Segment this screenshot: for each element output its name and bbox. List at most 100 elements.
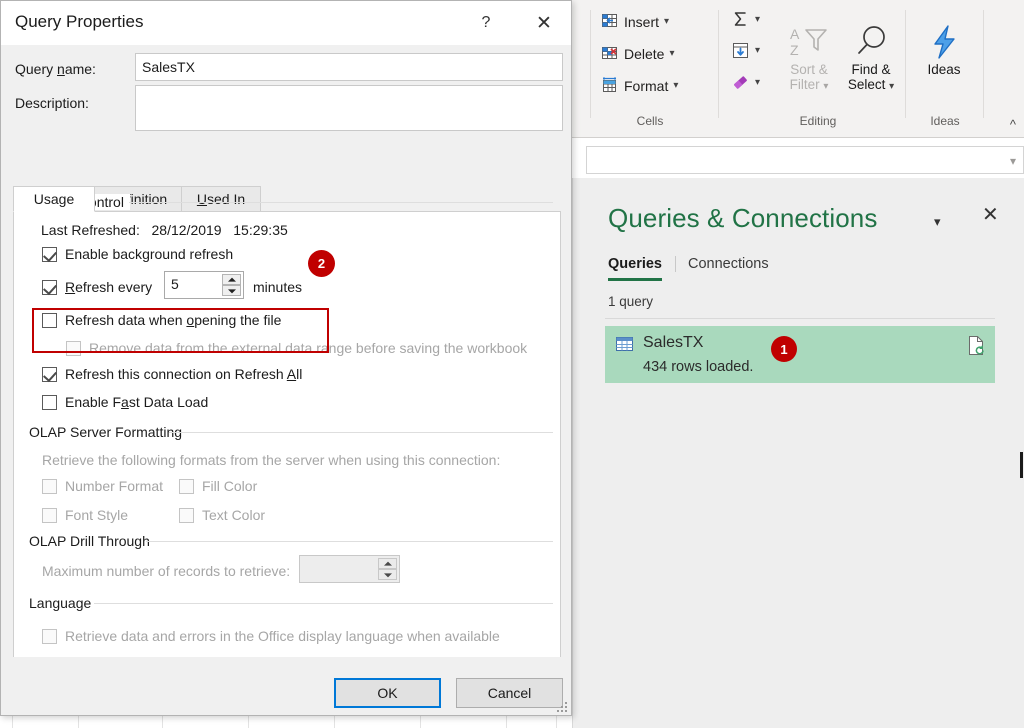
autosum-button[interactable]: ▾	[731, 10, 760, 29]
dialog-title: Query Properties	[15, 12, 144, 31]
group-divider	[129, 202, 553, 203]
refresh-all-label: Refresh this connection on Refresh All	[65, 366, 303, 382]
collapse-ribbon-caret[interactable]: ^	[1010, 117, 1016, 132]
clear-eraser-icon	[731, 73, 750, 92]
group-divider	[94, 603, 553, 604]
annotation-badge-1: 1	[771, 336, 797, 362]
fill-down-icon	[731, 41, 750, 60]
format-cells-label: Format	[624, 77, 669, 94]
spinner-down-button	[378, 569, 397, 580]
dialog-body: Query name: Description: Usage Definitio…	[1, 45, 571, 709]
pane-tabs: Queries Connections	[608, 256, 782, 281]
delete-cells-label: Delete	[624, 45, 665, 62]
cancel-button[interactable]: Cancel	[456, 678, 563, 708]
ideas-lightning-icon	[927, 22, 961, 62]
last-refreshed-time: 15:29:35	[233, 222, 288, 238]
refresh-interval-spinner[interactable]: 5	[164, 271, 244, 299]
max-records-spinner	[299, 555, 400, 583]
olap-drill-group-title: OLAP Drill Through	[29, 533, 156, 549]
svg-text:Z: Z	[790, 42, 799, 58]
checkbox-box[interactable]	[42, 246, 57, 262]
refresh-all-checkbox[interactable]: Refresh this connection on Refresh All	[42, 366, 302, 382]
pane-close-icon[interactable]: ✕	[982, 205, 999, 225]
annotation-highlight-box	[32, 308, 329, 353]
tab-used-in[interactable]: Used In	[181, 186, 261, 212]
olap-formatting-group-title: OLAP Server Formatting	[29, 424, 189, 440]
ribbon-divider	[983, 10, 984, 118]
insert-cells-icon	[600, 12, 619, 31]
font-style-checkbox: Font Style	[42, 507, 128, 523]
refresh-every-checkbox[interactable]: Refresh every	[42, 279, 152, 295]
ok-button[interactable]: OK	[334, 678, 441, 708]
chevron-down-icon[interactable]: ▾	[755, 45, 760, 56]
text-color-label: Text Color	[202, 507, 266, 523]
find-and-select-button[interactable]: Find & Select ▾	[838, 22, 904, 92]
query-list-item[interactable]: SalesTX 434 rows loaded.	[605, 326, 995, 383]
clear-button[interactable]: ▾	[731, 73, 760, 92]
checkbox-box[interactable]	[42, 394, 57, 410]
sort-filter-label-line2: Filter	[789, 77, 820, 92]
description-input[interactable]	[135, 85, 563, 131]
magnifier-icon	[851, 22, 891, 62]
checkbox-box[interactable]	[42, 366, 57, 382]
checkbox-box	[179, 507, 194, 523]
chevron-down-icon[interactable]: ▾	[889, 81, 894, 92]
help-icon[interactable]: ?	[473, 11, 499, 35]
svg-text:A: A	[790, 26, 800, 42]
spinner-up-button	[378, 558, 397, 569]
spinner-buttons[interactable]	[222, 274, 241, 296]
tab-usage[interactable]: Usage	[13, 186, 95, 212]
find-select-label-line2: Select	[847, 77, 886, 92]
language-group-title: Language	[29, 595, 98, 611]
spinner-up-button[interactable]	[222, 274, 241, 285]
tab-connections[interactable]: Connections	[688, 256, 782, 272]
query-name-label: Query name:	[15, 61, 96, 77]
chevron-down-icon[interactable]: ▾	[673, 80, 678, 91]
text-cursor-mark	[1020, 452, 1023, 478]
sort-filter-label-line1: Sort &	[790, 62, 828, 77]
chevron-down-icon[interactable]: ▾	[823, 81, 828, 92]
pane-options-caret[interactable]: ▾	[934, 214, 941, 230]
formula-bar[interactable]: ▾	[586, 146, 1024, 174]
ideas-label: Ideas	[927, 62, 961, 77]
last-refreshed-label: Last Refreshed:	[41, 222, 140, 238]
tab-queries[interactable]: Queries	[608, 256, 675, 281]
pane-edge	[572, 178, 573, 728]
pane-divider	[605, 318, 995, 319]
sort-and-filter-button[interactable]: A Z Sort & Filter ▾	[778, 22, 840, 92]
sort-filter-icon: A Z	[787, 22, 831, 62]
minutes-label: minutes	[253, 279, 303, 295]
font-style-label: Font Style	[65, 507, 129, 523]
spinner-buttons	[378, 558, 397, 580]
delete-cells-button[interactable]: Delete ▾	[600, 44, 675, 63]
ideas-button[interactable]: Ideas	[918, 22, 970, 77]
chevron-down-icon[interactable]: ▾	[669, 48, 674, 59]
resize-grip[interactable]	[556, 700, 568, 712]
refresh-document-icon[interactable]	[968, 336, 985, 355]
chevron-down-icon[interactable]: ▾	[664, 16, 669, 27]
enable-background-refresh-checkbox[interactable]: Enable background refresh	[42, 246, 233, 262]
spinner-down-button[interactable]	[222, 285, 241, 296]
delete-cells-icon	[600, 44, 619, 63]
chevron-down-icon[interactable]: ▾	[755, 14, 760, 25]
query-name-input[interactable]	[135, 53, 563, 81]
insert-cells-button[interactable]: Insert ▾	[600, 12, 669, 31]
dialog-title-bar: Query Properties ? ✕	[1, 1, 571, 45]
text-color-checkbox: Text Color	[179, 507, 265, 523]
checkbox-box[interactable]	[42, 279, 57, 295]
number-format-checkbox: Number Format	[42, 478, 163, 494]
chevron-down-icon[interactable]: ▾	[755, 77, 760, 88]
query-count-label: 1 query	[608, 294, 654, 309]
chevron-down-icon[interactable]: ▾	[1010, 154, 1016, 168]
group-divider	[146, 541, 553, 542]
checkbox-box	[42, 628, 57, 644]
query-name: SalesTX	[643, 334, 704, 351]
fast-data-load-checkbox[interactable]: Enable Fast Data Load	[42, 394, 208, 410]
fill-button[interactable]: ▾	[731, 41, 760, 60]
checkbox-box	[179, 478, 194, 494]
tab-divider	[675, 256, 676, 272]
group-divider	[169, 432, 553, 433]
close-icon[interactable]: ✕	[529, 9, 559, 37]
format-cells-button[interactable]: Format ▾	[600, 76, 678, 95]
query-properties-dialog: Query Properties ? ✕ Query name: Descrip…	[0, 0, 572, 716]
